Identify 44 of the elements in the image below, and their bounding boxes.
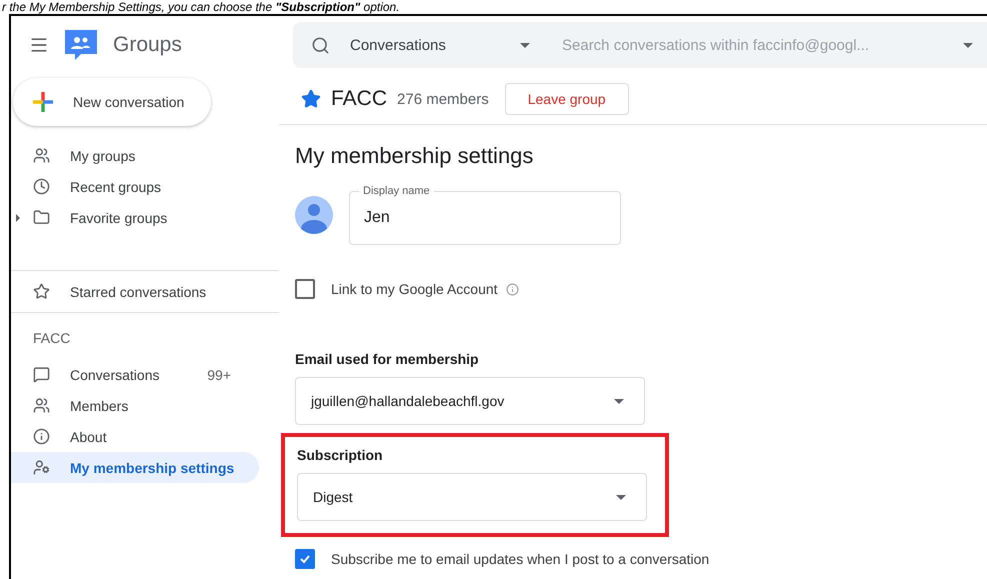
avatar-icon [295, 196, 333, 234]
star-icon [33, 283, 50, 300]
info-icon[interactable] [506, 282, 519, 296]
page-title: My membership settings [295, 143, 534, 169]
folder-icon [33, 209, 50, 226]
clock-icon [33, 178, 50, 195]
nav-item[interactable]: Recent groups [11, 171, 259, 202]
groups-logo-icon [63, 28, 99, 62]
instruction-caption: r the My Membership Settings, you can choose the "Subscription" option. [1, 0, 401, 14]
nav-item[interactable]: My membership settings [11, 452, 259, 483]
app-name: Groups [113, 33, 182, 57]
checkbox-label: Subscribe me to email updates when I post to a conversation [331, 551, 710, 567]
nav-item[interactable]: Starred conversations [11, 276, 259, 307]
nav-item[interactable]: Conversations 99+ [11, 359, 259, 390]
nav-item[interactable]: Members [11, 390, 259, 421]
nav-item[interactable]: My groups [11, 140, 259, 171]
new-conversation-button[interactable]: New conversation [13, 78, 211, 126]
email-dropdown[interactable]: jguillen@hallandalebeachfl.gov [295, 377, 645, 425]
nav-item[interactable]: About [11, 421, 259, 452]
member-count: 276 members [397, 90, 489, 108]
people-icon [33, 397, 50, 414]
display-name-field[interactable]: Display name Jen [349, 184, 621, 245]
field-label: Email used for membership [295, 351, 480, 367]
star-icon[interactable] [301, 89, 321, 109]
info-icon [33, 428, 50, 445]
checkbox-label: Link to my Google Account [331, 281, 498, 297]
check-icon [299, 553, 311, 565]
unread-count: 99+ [207, 366, 231, 382]
checkbox[interactable] [295, 549, 315, 569]
group-name: FACC [331, 87, 388, 111]
section-heading: FACC [32, 329, 72, 348]
search-field[interactable]: Search conversations within faccinfo@googl... [560, 36, 943, 54]
subscription-dropdown[interactable]: Digest [297, 473, 647, 521]
people-icon [33, 147, 50, 164]
field-label: Subscription [297, 447, 384, 463]
search-icon[interactable] [311, 36, 330, 54]
expand-arrow-icon[interactable] [16, 214, 20, 222]
search-scope-dropdown[interactable]: Conversations [350, 36, 540, 54]
person-gear-icon [33, 459, 50, 476]
chat-icon [33, 366, 50, 383]
leave-group-button[interactable]: Leave group [504, 83, 629, 115]
nav-item[interactable]: Favorite groups [11, 202, 259, 233]
checkbox[interactable] [295, 279, 315, 299]
plus-icon [31, 90, 55, 114]
